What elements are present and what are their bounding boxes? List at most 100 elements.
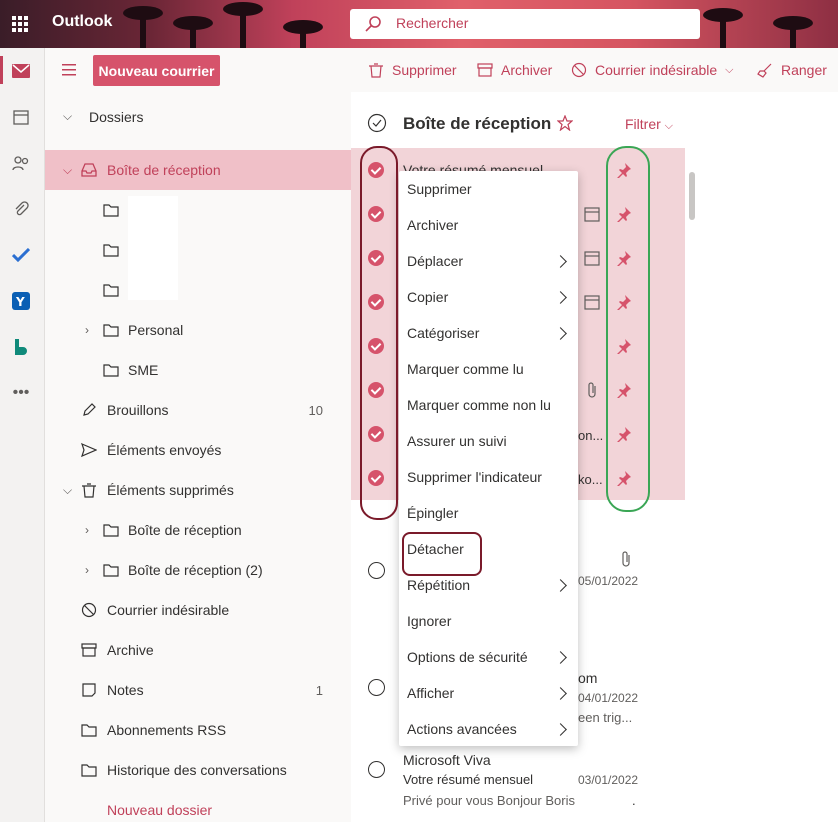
chevron-right-icon[interactable]: › [85, 563, 89, 577]
folder-label: SME [128, 362, 159, 378]
message-preview: ko... [578, 472, 603, 487]
chevron-down-icon[interactable]: ⌵ [63, 483, 72, 498]
annotation-checkboxes-outline [360, 146, 398, 520]
folder-icon [103, 204, 119, 217]
attachment-icon[interactable] [10, 198, 32, 220]
todo-icon[interactable] [10, 244, 32, 266]
list-scrollbar[interactable] [689, 172, 695, 220]
folder-history[interactable]: Historique des conversations [45, 750, 351, 790]
block-icon [571, 62, 587, 78]
folder-rss[interactable]: Abonnements RSS [45, 710, 351, 750]
menu-item-pin[interactable]: Épingler [407, 505, 458, 521]
menu-item-follow-up[interactable]: Assurer un suivi [407, 433, 507, 449]
folder-inbox[interactable]: ⌵ Boîte de réception [45, 150, 351, 190]
delete-button[interactable]: Supprimer [368, 58, 457, 82]
message-sender: Microsoft Viva [403, 752, 491, 768]
chevron-right-icon[interactable]: › [85, 323, 89, 337]
message-subject: Votre résumé mensuel [403, 772, 534, 787]
more-apps-icon[interactable]: ••• [10, 382, 32, 404]
annotation-pins-outline [606, 146, 650, 512]
folder-sme[interactable]: SME [45, 350, 351, 390]
message-date: 05/01/2022 [578, 574, 639, 588]
chevron-down-icon[interactable]: ⌵ [63, 109, 72, 124]
folder-label: Brouillons [107, 402, 169, 418]
message-date: 03/01/2022 [578, 773, 639, 787]
chevron-right-icon[interactable]: › [85, 523, 89, 537]
yammer-icon[interactable]: Y [10, 290, 32, 312]
new-folder-link[interactable]: Nouveau dossier [107, 802, 212, 818]
sweep-button[interactable]: Ranger [757, 58, 827, 82]
folder-archive[interactable]: Archive [45, 630, 351, 670]
menu-item-clear-flag[interactable]: Supprimer l'indicateur [407, 469, 542, 485]
calendar-icon [584, 295, 600, 310]
menu-item-archive[interactable]: Archiver [407, 217, 458, 233]
message-preview: een trig... [578, 710, 633, 725]
folder-icon [103, 284, 119, 297]
attachment-icon [588, 382, 596, 398]
menu-item-copy[interactable]: Copier [407, 289, 448, 305]
unread-count: 10 [308, 402, 323, 418]
new-mail-button[interactable]: Nouveau courrier [93, 55, 220, 86]
chevron-down-icon[interactable]: ⌵ [725, 64, 733, 77]
star-icon[interactable] [557, 115, 573, 131]
toolbar-label: Archiver [501, 62, 553, 78]
folder-label: Boîte de réception [107, 162, 221, 178]
menu-item-mark-unread[interactable]: Marquer comme non lu [407, 397, 551, 413]
search-icon[interactable] [364, 15, 382, 33]
row-checkbox[interactable] [368, 679, 385, 696]
menu-item-move[interactable]: Déplacer [407, 253, 463, 269]
block-icon [81, 602, 97, 618]
reading-pane [701, 92, 838, 822]
mail-icon[interactable] [10, 60, 32, 82]
redaction-box [128, 196, 178, 300]
filter-button[interactable]: Filtrer ⌵ [625, 116, 673, 133]
calendar-icon[interactable] [10, 106, 32, 128]
folder-label: Notes [107, 682, 144, 698]
message-preview-trail: . [632, 793, 636, 808]
folder-deleted[interactable]: ⌵ Éléments supprimés [45, 470, 351, 510]
junk-button[interactable]: Courrier indésirable ⌵ [571, 58, 734, 82]
bookings-icon[interactable] [10, 336, 32, 358]
menu-item-delete[interactable]: Supprimer [407, 181, 472, 197]
folder-sub[interactable]: L [45, 230, 351, 270]
app-rail: Y ••• [0, 48, 45, 822]
app-launcher-icon[interactable] [12, 16, 28, 32]
folder-label: Boîte de réception [128, 522, 242, 538]
people-icon[interactable] [10, 152, 32, 174]
filter-label: Filtrer [625, 116, 661, 132]
folder-notes[interactable]: Notes 1 [45, 670, 351, 710]
inbox-icon [81, 163, 97, 177]
folder-personal[interactable]: › Personal [45, 310, 351, 350]
folder-icon [103, 524, 119, 537]
folder-sent[interactable]: Éléments envoyés [45, 430, 351, 470]
archive-button[interactable]: Archiver [477, 58, 552, 82]
menu-item-categorize[interactable]: Catégoriser [407, 325, 479, 341]
folder-sub[interactable]: › Boîte de réception [45, 510, 351, 550]
menu-item-snooze[interactable]: Répétition [407, 577, 470, 593]
message-date: 04/01/2022 [578, 691, 639, 705]
folder-sub[interactable]: › Boîte de réception (2) [45, 550, 351, 590]
search-input[interactable]: Rechercher [396, 15, 468, 31]
select-all-icon[interactable] [367, 113, 387, 133]
folder-sub[interactable]: L [45, 190, 351, 230]
folder-sub[interactable]: M [45, 270, 351, 310]
folder-label: Historique des conversations [107, 762, 287, 778]
folder-icon [103, 364, 119, 377]
folders-header[interactable]: Dossiers [89, 109, 143, 125]
list-title: Boîte de réception [403, 114, 552, 133]
app-title[interactable]: Outlook [52, 13, 112, 31]
chevron-down-icon[interactable]: ⌵ [63, 163, 72, 178]
trash-icon [82, 483, 96, 498]
menu-item-security-options[interactable]: Options de sécurité [407, 649, 528, 665]
menu-item-advanced-actions[interactable]: Actions avancées [407, 721, 517, 737]
calendar-icon [584, 251, 600, 266]
row-checkbox[interactable] [368, 761, 385, 778]
hamburger-icon[interactable] [62, 64, 76, 76]
menu-item-ignore[interactable]: Ignorer [407, 613, 451, 629]
folder-label: Abonnements RSS [107, 722, 227, 738]
menu-item-mark-read[interactable]: Marquer comme lu [407, 361, 524, 377]
menu-item-view[interactable]: Afficher [407, 685, 454, 701]
folder-junk[interactable]: Courrier indésirable [45, 590, 351, 630]
folder-drafts[interactable]: Brouillons 10 [45, 390, 351, 430]
row-checkbox[interactable] [368, 562, 385, 579]
